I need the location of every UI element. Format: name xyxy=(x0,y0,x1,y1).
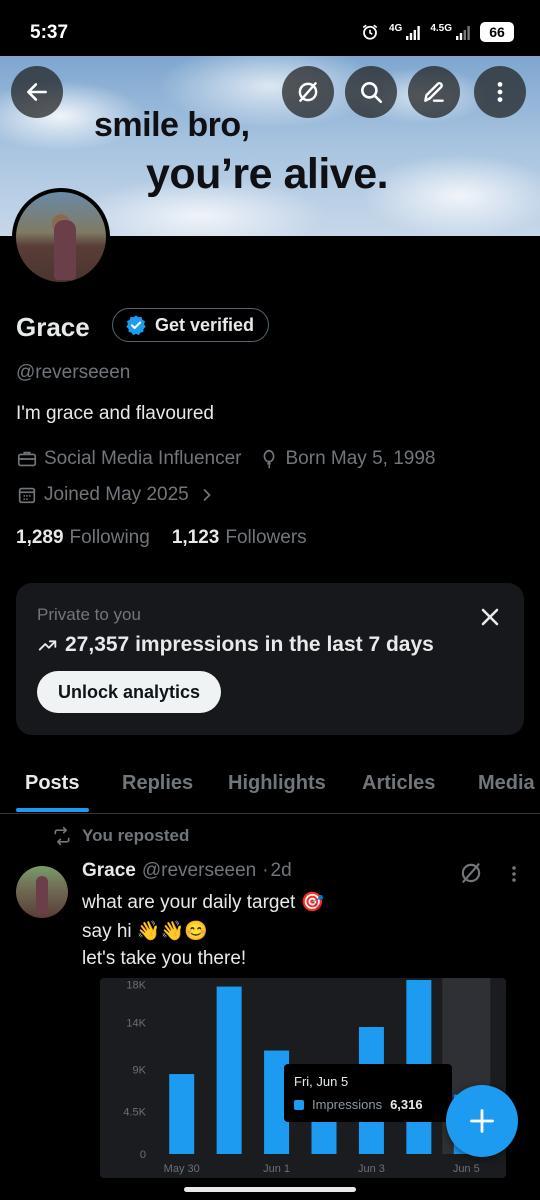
followers-label: Followers xyxy=(225,527,307,548)
chart-tooltip: Fri, Jun 5 Impressions 6,316 xyxy=(284,1064,452,1122)
chart-bar xyxy=(169,1074,195,1154)
following-label: Following xyxy=(69,527,150,548)
briefcase-icon xyxy=(17,451,37,467)
banner-text-line1: smile bro, xyxy=(94,106,250,144)
avatar-figure xyxy=(54,220,76,280)
post-avatar-figure xyxy=(36,876,48,914)
profile-name: Grace xyxy=(16,312,90,342)
signal-bars-icon xyxy=(456,26,470,40)
analytics-card: Private to you 27,357 impressions in the… xyxy=(16,583,524,735)
arrow-left-icon xyxy=(27,83,47,101)
calendar-icon xyxy=(18,487,36,504)
trending-up-icon xyxy=(38,640,57,651)
post-time: 2d xyxy=(270,860,292,881)
chart-bar xyxy=(216,986,242,1154)
unlock-analytics-button[interactable]: Unlock analytics xyxy=(37,671,222,713)
joined-label: Joined May 2025 xyxy=(44,484,189,505)
banner-text-line2: you’re alive. xyxy=(146,150,389,198)
status-icons: 4G 4.5G 66 xyxy=(361,22,514,42)
alarm-icon xyxy=(362,24,378,40)
tab-articles[interactable]: Articles xyxy=(362,772,435,795)
x-tick-label: Jun 3 xyxy=(358,1163,385,1175)
tab-highlights[interactable]: Highlights xyxy=(228,772,326,795)
post-more-icon[interactable] xyxy=(504,862,524,886)
balloon-icon xyxy=(263,449,274,469)
signal-indicator-1: 4G xyxy=(389,24,421,40)
following-link[interactable]: 1,289 Following xyxy=(16,527,150,549)
tab-replies[interactable]: Replies xyxy=(122,772,193,795)
post-author-name[interactable]: Grace xyxy=(82,860,136,882)
post-text-line3: let's take you there! xyxy=(82,948,247,969)
tooltip-date: Fri, Jun 5 xyxy=(294,1074,349,1089)
y-tick-label: 4.5K xyxy=(123,1107,146,1119)
back-button[interactable] xyxy=(11,66,63,118)
profile-meta-row-2[interactable]: Joined May 2025 xyxy=(16,484,233,506)
y-tick-label: 14K xyxy=(126,1017,146,1029)
post-header: Grace @reverseeen · 2d xyxy=(82,860,292,882)
profile-avatar[interactable] xyxy=(12,188,110,286)
post-dot: · xyxy=(262,860,269,881)
battery-indicator: 66 xyxy=(480,22,514,42)
birthday-item: Born May 5, 1998 xyxy=(258,448,436,470)
status-time: 5:37 xyxy=(30,22,69,43)
post-text-line2: say hi 👋👋😊 xyxy=(82,921,208,942)
edit-button[interactable] xyxy=(408,66,460,118)
joined-item[interactable]: Joined May 2025 xyxy=(16,484,217,506)
private-label: Private to you xyxy=(37,605,141,624)
profile-meta-row-1: Social Media Influencer Born May 5, 1998 xyxy=(16,448,451,470)
post-author-handle[interactable]: @reverseeen xyxy=(142,860,256,882)
x-tick-label: May 30 xyxy=(164,1163,200,1175)
repost-indicator: You reposted xyxy=(52,826,189,846)
active-tab-indicator xyxy=(16,808,89,812)
get-verified-button[interactable]: Get verified xyxy=(112,308,270,342)
tooltip-label: Impressions xyxy=(312,1097,383,1112)
verified-badge-icon xyxy=(126,315,146,336)
tooltip-row: Impressions 6,316 xyxy=(294,1097,452,1112)
compose-button[interactable] xyxy=(446,1085,518,1157)
x-tick-label: Jun 5 xyxy=(453,1163,480,1175)
post-avatar[interactable] xyxy=(16,866,68,918)
pencil-icon xyxy=(424,82,444,102)
more-options-button[interactable] xyxy=(474,66,526,118)
impressions-summary: 27,357 impressions in the last 7 days xyxy=(37,633,434,657)
followers-count: 1,123 xyxy=(171,527,220,548)
post-chart-image[interactable]: 0 4.5K 9K 14K 18K May 30 Jun 1 Jun 3 Jun 5 Fri, … xyxy=(100,978,506,1178)
profile-handle: @reverseeen xyxy=(16,362,131,383)
home-indicator xyxy=(184,1187,356,1192)
follow-stats: 1,289 Following 1,123 Followers xyxy=(16,527,307,549)
repost-label: You reposted xyxy=(82,826,190,845)
impressions-text: 27,357 impressions in the last 7 days xyxy=(65,633,434,656)
y-tick-label: 0 xyxy=(140,1149,146,1161)
y-tick-label: 18K xyxy=(126,980,146,992)
search-icon xyxy=(361,82,383,104)
y-tick-label: 9K xyxy=(133,1064,147,1076)
signal-indicator-2: 4.5G xyxy=(430,24,470,40)
followers-link[interactable]: 1,123 Followers xyxy=(172,527,307,549)
search-button[interactable] xyxy=(345,66,397,118)
profession-item: Social Media Influencer xyxy=(16,448,242,470)
tooltip-value: 6,316 xyxy=(390,1097,423,1112)
grok-icon xyxy=(298,82,318,102)
status-bar: 5:37 4G 4.5G 66 xyxy=(0,0,540,56)
following-count: 1,289 xyxy=(16,527,64,548)
grok-button[interactable] xyxy=(282,66,334,118)
post-text-line1: what are your daily target 🎯 xyxy=(82,892,325,913)
get-verified-label: Get verified xyxy=(155,314,255,335)
birthday-label: Born May 5, 1998 xyxy=(285,448,436,469)
grok-icon[interactable] xyxy=(458,860,484,886)
x-tick-label: Jun 1 xyxy=(263,1163,290,1175)
repost-icon xyxy=(54,826,70,846)
tab-posts[interactable]: Posts xyxy=(25,772,79,795)
plus-icon xyxy=(470,1109,494,1133)
profile-tabs: Posts Replies Highlights Articles Media xyxy=(0,762,540,814)
chevron-right-icon xyxy=(203,489,211,501)
profession-label: Social Media Influencer xyxy=(44,448,242,469)
tab-media[interactable]: Media xyxy=(478,772,535,795)
close-icon[interactable] xyxy=(476,603,504,631)
signal-bars-icon xyxy=(406,26,421,40)
tooltip-swatch xyxy=(294,1099,304,1110)
chart-bar xyxy=(311,1121,337,1154)
profile-bio: I'm grace and flavoured xyxy=(16,403,214,424)
vertical-dots-icon xyxy=(497,82,503,102)
